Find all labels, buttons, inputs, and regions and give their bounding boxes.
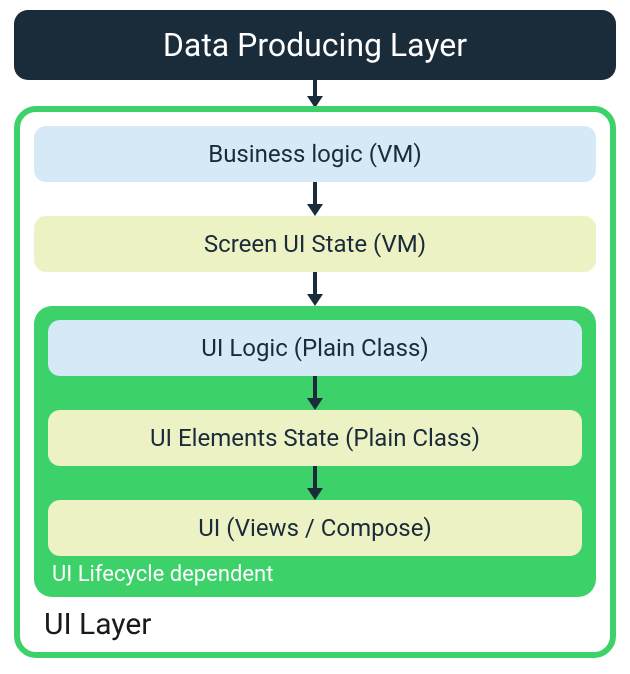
arrow-down-icon <box>14 76 616 106</box>
data-producing-layer-box: Data Producing Layer <box>14 10 616 80</box>
data-producing-layer-label: Data Producing Layer <box>163 26 467 64</box>
lifecycle-dependent-group: UI Logic (Plain Class) UI Elements State… <box>34 306 596 597</box>
ui-views-label: UI (Views / Compose) <box>198 514 432 542</box>
ui-views-box: UI (Views / Compose) <box>48 500 582 556</box>
ui-layer-label: UI Layer <box>34 597 596 642</box>
ui-logic-label: UI Logic (Plain Class) <box>201 334 428 362</box>
ui-layer-container: Business logic (VM) Screen UI State (VM)… <box>14 106 616 658</box>
screen-ui-state-box: Screen UI State (VM) <box>34 216 596 272</box>
business-logic-label: Business logic (VM) <box>208 140 422 168</box>
business-logic-box: Business logic (VM) <box>34 126 596 182</box>
arrow-down-icon <box>34 272 596 306</box>
screen-ui-state-label: Screen UI State (VM) <box>204 230 426 258</box>
lifecycle-dependent-label: UI Lifecycle dependent <box>48 556 582 589</box>
ui-logic-box: UI Logic (Plain Class) <box>48 320 582 376</box>
ui-elements-state-label: UI Elements State (Plain Class) <box>150 424 480 452</box>
arrow-down-icon <box>34 182 596 216</box>
arrow-down-icon <box>48 466 582 500</box>
ui-elements-state-box: UI Elements State (Plain Class) <box>48 410 582 466</box>
arrow-down-icon <box>48 376 582 410</box>
